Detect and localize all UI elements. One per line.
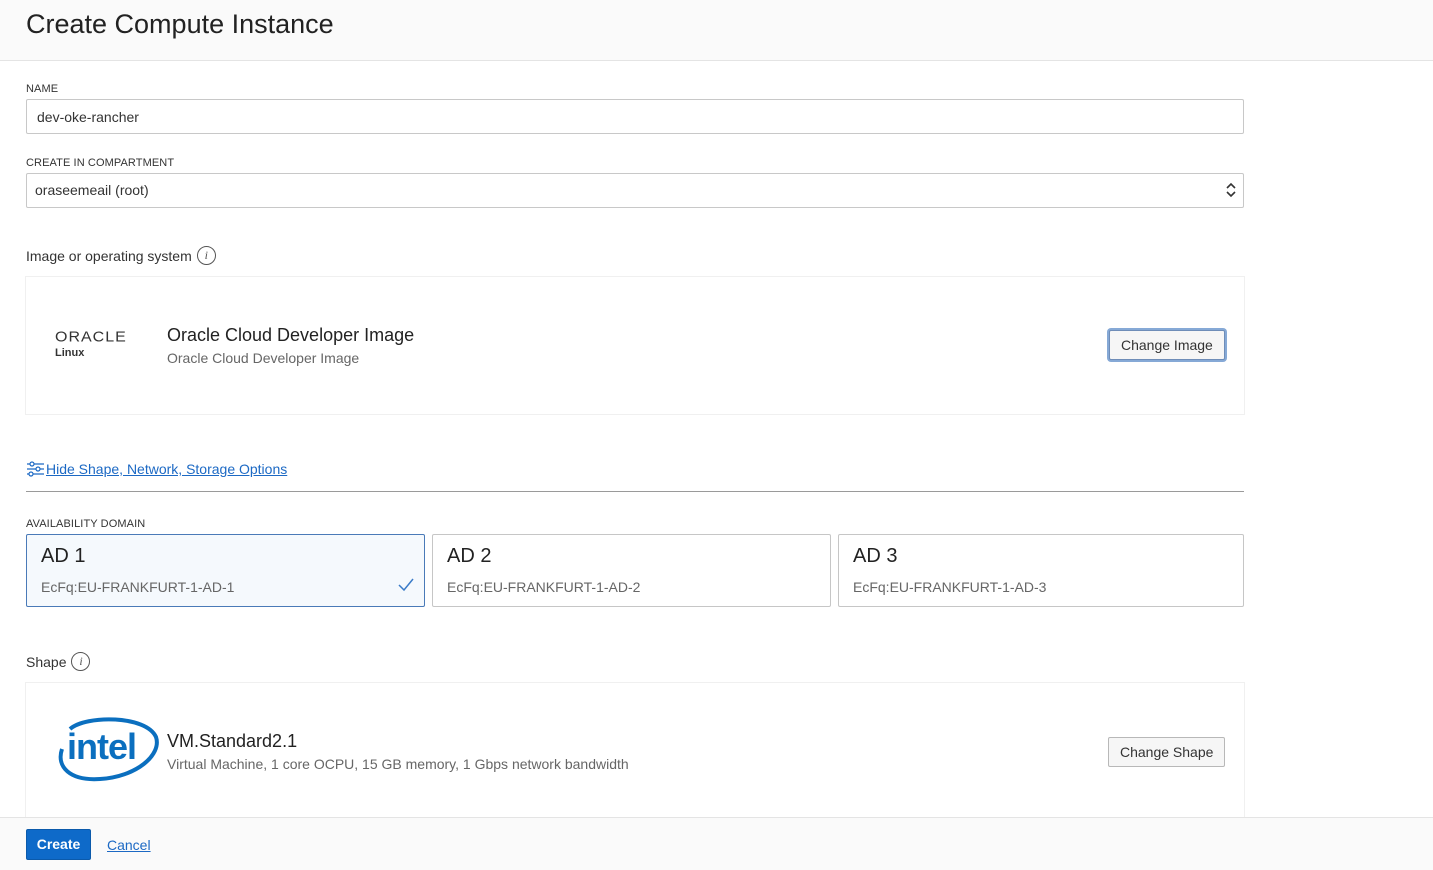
cancel-link[interactable]: Cancel bbox=[107, 837, 151, 853]
shape-card: intel VM.Standard2.1 Virtual Machine, 1 … bbox=[26, 683, 1244, 817]
image-title: Oracle Cloud Developer Image bbox=[167, 325, 415, 345]
ad-option-name: AD 1 bbox=[41, 545, 86, 567]
image-section-label-text: Image or operating system bbox=[26, 247, 192, 264]
page-header: Create Compute Instance bbox=[0, 0, 1433, 61]
page-footer: Create Cancel bbox=[0, 817, 1433, 870]
ad-option-id: EcFq:EU-FRANKFURT-1-AD-3 bbox=[853, 579, 1047, 595]
image-card: ORACLE Linux Oracle Cloud Developer Imag… bbox=[26, 277, 1244, 414]
shape-section-label-text: Shape bbox=[26, 653, 67, 670]
create-button[interactable]: Create bbox=[26, 829, 91, 860]
updown-chevron-icon bbox=[1226, 182, 1236, 198]
change-image-button[interactable]: Change Image bbox=[1109, 330, 1225, 360]
ad-option-name: AD 2 bbox=[447, 545, 492, 567]
ad-option-2[interactable]: AD 2 EcFq:EU-FRANKFURT-1-AD-2 bbox=[432, 534, 831, 607]
form-content[interactable]: NAME CREATE IN COMPARTMENT oraseemeail (… bbox=[0, 61, 1433, 817]
section-divider bbox=[26, 491, 1244, 492]
ad-option-1[interactable]: AD 1 EcFq:EU-FRANKFURT-1-AD-1 bbox=[26, 534, 425, 607]
intel-logo-text: intel bbox=[67, 726, 137, 767]
hide-options-link[interactable]: Hide Shape, Network, Storage Options bbox=[26, 460, 287, 478]
image-section-label: Image or operating system i bbox=[26, 246, 216, 265]
intel-logo: intel bbox=[56, 715, 160, 785]
shape-subtitle: Virtual Machine, 1 core OCPU, 15 GB memo… bbox=[167, 756, 629, 772]
sliders-icon bbox=[27, 461, 44, 477]
ad-option-id: EcFq:EU-FRANKFURT-1-AD-2 bbox=[447, 579, 641, 595]
check-icon bbox=[398, 578, 414, 592]
linux-logo-text: Linux bbox=[55, 347, 85, 359]
image-subtitle: Oracle Cloud Developer Image bbox=[167, 350, 360, 366]
info-icon[interactable]: i bbox=[196, 246, 216, 265]
ad-option-3[interactable]: AD 3 EcFq:EU-FRANKFURT-1-AD-3 bbox=[838, 534, 1244, 607]
availability-domain-label: AVAILABILITY DOMAIN bbox=[26, 518, 146, 530]
name-label: NAME bbox=[26, 83, 59, 95]
hide-options-label: Hide Shape, Network, Storage Options bbox=[46, 461, 288, 477]
info-icon[interactable]: i bbox=[71, 652, 91, 671]
change-shape-button[interactable]: Change Shape bbox=[1108, 737, 1226, 767]
shape-section-label: Shape i bbox=[26, 652, 91, 671]
ad-option-name: AD 3 bbox=[853, 545, 898, 567]
oracle-linux-logo: ORACLE Linux bbox=[55, 329, 127, 359]
shape-title: VM.Standard2.1 bbox=[167, 731, 298, 751]
compartment-select-value: oraseemeail (root) bbox=[35, 182, 149, 198]
oracle-logo-text: ORACLE bbox=[55, 329, 127, 346]
page-title: Create Compute Instance bbox=[26, 9, 334, 39]
name-input[interactable] bbox=[26, 99, 1244, 134]
compartment-select[interactable]: oraseemeail (root) bbox=[26, 173, 1244, 208]
ad-option-id: EcFq:EU-FRANKFURT-1-AD-1 bbox=[41, 579, 235, 595]
compartment-label: CREATE IN COMPARTMENT bbox=[26, 157, 175, 169]
